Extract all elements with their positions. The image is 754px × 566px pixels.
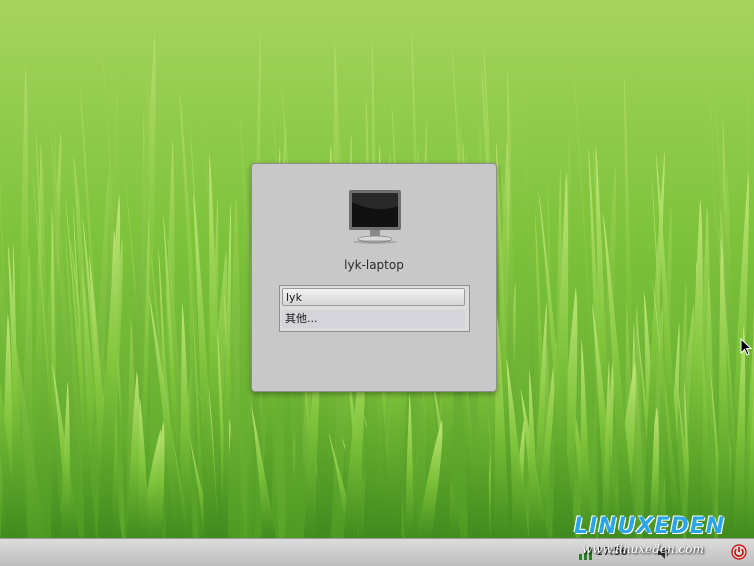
hostname-label: lyk-laptop — [344, 258, 404, 272]
user-item-lyk[interactable]: lyk — [282, 288, 465, 306]
login-dialog: lyk-laptop lyk 其他... — [251, 163, 497, 392]
watermark-url: www.linuxeden.com — [582, 542, 704, 556]
user-list: lyk 其他... — [279, 285, 470, 332]
grass-blade — [580, 338, 592, 538]
mouse-cursor-icon — [740, 338, 752, 356]
site-watermark: LINUXEDEN www.linuxeden.com — [574, 514, 749, 560]
user-item-other[interactable]: 其他... — [282, 310, 465, 328]
watermark-logo: LINUXEDEN — [574, 514, 726, 539]
monitor-icon — [349, 190, 401, 244]
